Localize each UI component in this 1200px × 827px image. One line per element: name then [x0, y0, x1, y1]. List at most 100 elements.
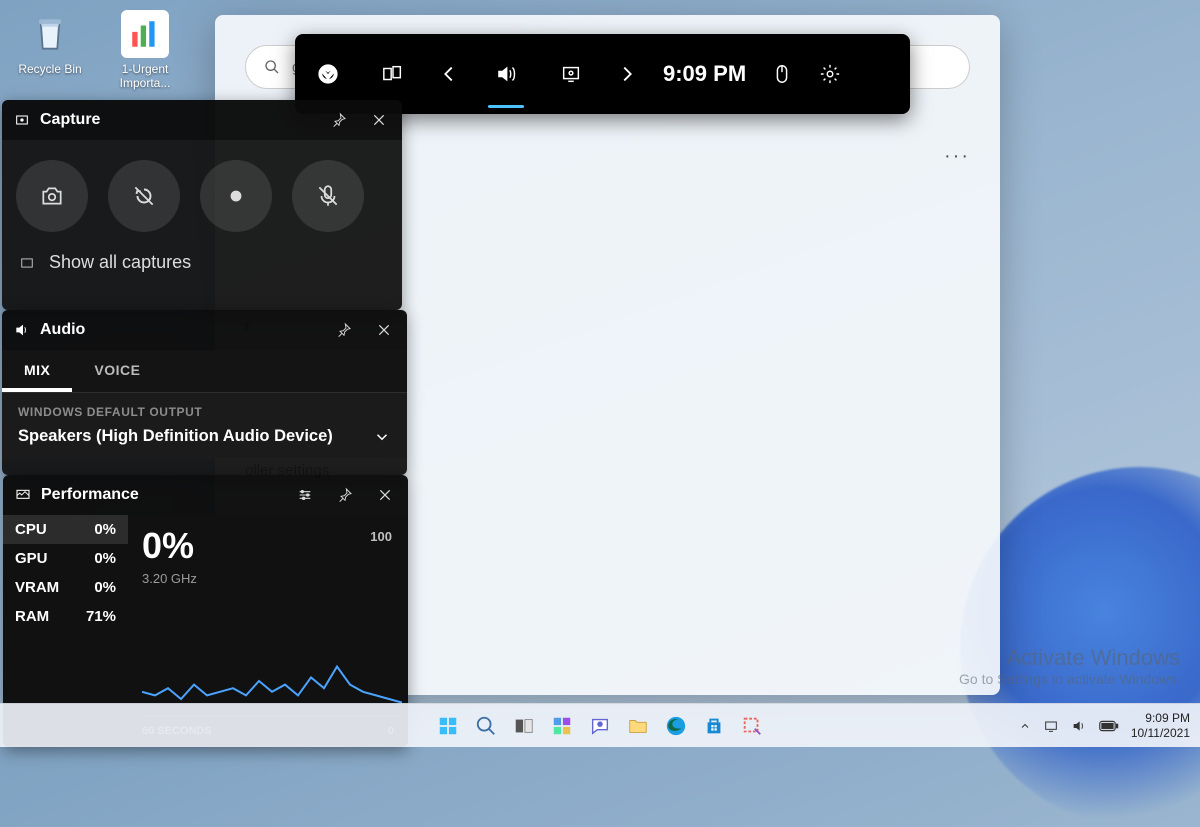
gear-icon: [819, 63, 841, 85]
windows-icon: [437, 715, 459, 737]
battery-icon[interactable]: [1099, 720, 1119, 732]
perf-max-value: 100: [370, 529, 392, 544]
widget-title: Audio: [40, 321, 319, 339]
chat-icon: [589, 715, 611, 737]
gamebar-clock: 9:09 PM: [651, 34, 758, 114]
audio-tabs: MIX VOICE: [2, 350, 407, 393]
edge-icon: [665, 715, 687, 737]
close-icon: [371, 112, 387, 128]
widgets-icon: [382, 63, 404, 85]
perf-big-value: 0%: [142, 525, 394, 567]
snip-icon: [741, 715, 763, 737]
taskbar-chat[interactable]: [586, 712, 614, 740]
capture-icon: [14, 112, 30, 128]
mouse-button[interactable]: [758, 34, 806, 114]
monitor-icon: [560, 63, 582, 85]
desktop-icon-urgent[interactable]: 1-Urgent Importa...: [105, 10, 185, 90]
taskbar-date: 10/11/2021: [1131, 726, 1190, 740]
audio-widget-button[interactable]: [473, 34, 538, 114]
taskbar-start[interactable]: [434, 712, 462, 740]
close-button[interactable]: [369, 315, 399, 345]
pin-icon: [337, 487, 353, 503]
taskbar-clock[interactable]: 9:09 PM 10/11/2021: [1131, 711, 1190, 740]
perf-metric-cpu[interactable]: CPU0%: [3, 515, 128, 544]
audio-device-name: Speakers (High Definition Audio Device): [18, 427, 333, 446]
taskbar-store[interactable]: [700, 712, 728, 740]
close-button[interactable]: [364, 105, 394, 135]
chevron-up-icon[interactable]: [1019, 720, 1031, 732]
chevron-left-icon: [438, 63, 460, 85]
chevron-right-icon: [616, 63, 638, 85]
desktop-icon-recycle-bin[interactable]: Recycle Bin: [10, 10, 90, 76]
taskbar-taskview[interactable]: [510, 712, 538, 740]
desktop-icon-label: Recycle Bin: [10, 62, 90, 76]
watermark-title: Activate Windows: [959, 645, 1180, 671]
taskbar-widgets[interactable]: [548, 712, 576, 740]
taskbar-time: 9:09 PM: [1131, 711, 1190, 725]
perf-sub-value: 3.20 GHz: [142, 571, 394, 586]
taskbar-search[interactable]: [472, 712, 500, 740]
performance-icon: [15, 487, 31, 503]
tab-voice[interactable]: VOICE: [72, 350, 162, 392]
show-all-captures-label: Show all captures: [49, 252, 191, 272]
volume-icon[interactable]: [1071, 718, 1087, 734]
tab-mix[interactable]: MIX: [2, 350, 72, 392]
pin-icon: [336, 322, 352, 338]
folder-icon: [627, 715, 649, 737]
close-icon: [377, 487, 393, 503]
settings-button[interactable]: [806, 34, 854, 114]
capture-widget: Capture Show all captures: [2, 100, 402, 310]
options-button[interactable]: [290, 480, 320, 510]
performance-widget-button[interactable]: [538, 34, 603, 114]
start-more-button[interactable]: ···: [944, 145, 970, 168]
record-button[interactable]: [200, 160, 272, 232]
show-all-captures[interactable]: Show all captures: [2, 252, 402, 273]
taskbar-snip[interactable]: [738, 712, 766, 740]
pin-button[interactable]: [330, 480, 360, 510]
screenshot-button[interactable]: [16, 160, 88, 232]
mic-off-icon: [315, 183, 341, 209]
activation-watermark: Activate Windows Go to Settings to activ…: [959, 645, 1180, 687]
record-last-button[interactable]: [108, 160, 180, 232]
record-icon: [223, 183, 249, 209]
taskbar-edge[interactable]: [662, 712, 690, 740]
audio-section-label: WINDOWS DEFAULT OUTPUT: [18, 405, 391, 419]
perf-metric-gpu[interactable]: GPU0%: [3, 544, 128, 573]
pin-button[interactable]: [324, 105, 354, 135]
prev-button[interactable]: [425, 34, 473, 114]
widget-title: Capture: [40, 111, 314, 129]
taskbar-systray: 9:09 PM 10/11/2021: [1019, 711, 1200, 740]
speaker-icon: [14, 322, 30, 338]
widget-header: Performance: [3, 475, 408, 515]
perf-metric-ram[interactable]: RAM71%: [3, 602, 128, 631]
mic-toggle-button[interactable]: [292, 160, 364, 232]
widget-title: Performance: [41, 486, 280, 504]
mouse-icon: [771, 63, 793, 85]
sliders-icon: [297, 487, 313, 503]
next-button[interactable]: [603, 34, 651, 114]
widgets-icon: [551, 715, 573, 737]
camera-icon: [39, 183, 65, 209]
search-icon: [475, 715, 497, 737]
audio-widget: Audio MIX VOICE WINDOWS DEFAULT OUTPUT S…: [2, 310, 407, 475]
perf-metric-vram[interactable]: VRAM0%: [3, 573, 128, 602]
store-icon: [703, 715, 725, 737]
taskbar: 9:09 PM 10/11/2021: [0, 703, 1200, 747]
widget-header: Capture: [2, 100, 402, 140]
pin-icon: [331, 112, 347, 128]
widget-header: Audio: [2, 310, 407, 350]
close-button[interactable]: [370, 480, 400, 510]
chart-file-icon: [121, 10, 169, 58]
chevron-down-icon: [373, 428, 391, 446]
gallery-icon: [18, 256, 36, 270]
pin-button[interactable]: [329, 315, 359, 345]
record-last-icon: [131, 183, 157, 209]
search-icon: [264, 59, 280, 75]
xbox-icon: [317, 63, 339, 85]
capture-buttons: [2, 140, 402, 252]
network-icon[interactable]: [1043, 718, 1059, 734]
audio-output-selector[interactable]: Speakers (High Definition Audio Device): [18, 427, 391, 450]
taskbar-explorer[interactable]: [624, 712, 652, 740]
recycle-bin-icon: [26, 10, 74, 58]
taskbar-center: [434, 712, 766, 740]
